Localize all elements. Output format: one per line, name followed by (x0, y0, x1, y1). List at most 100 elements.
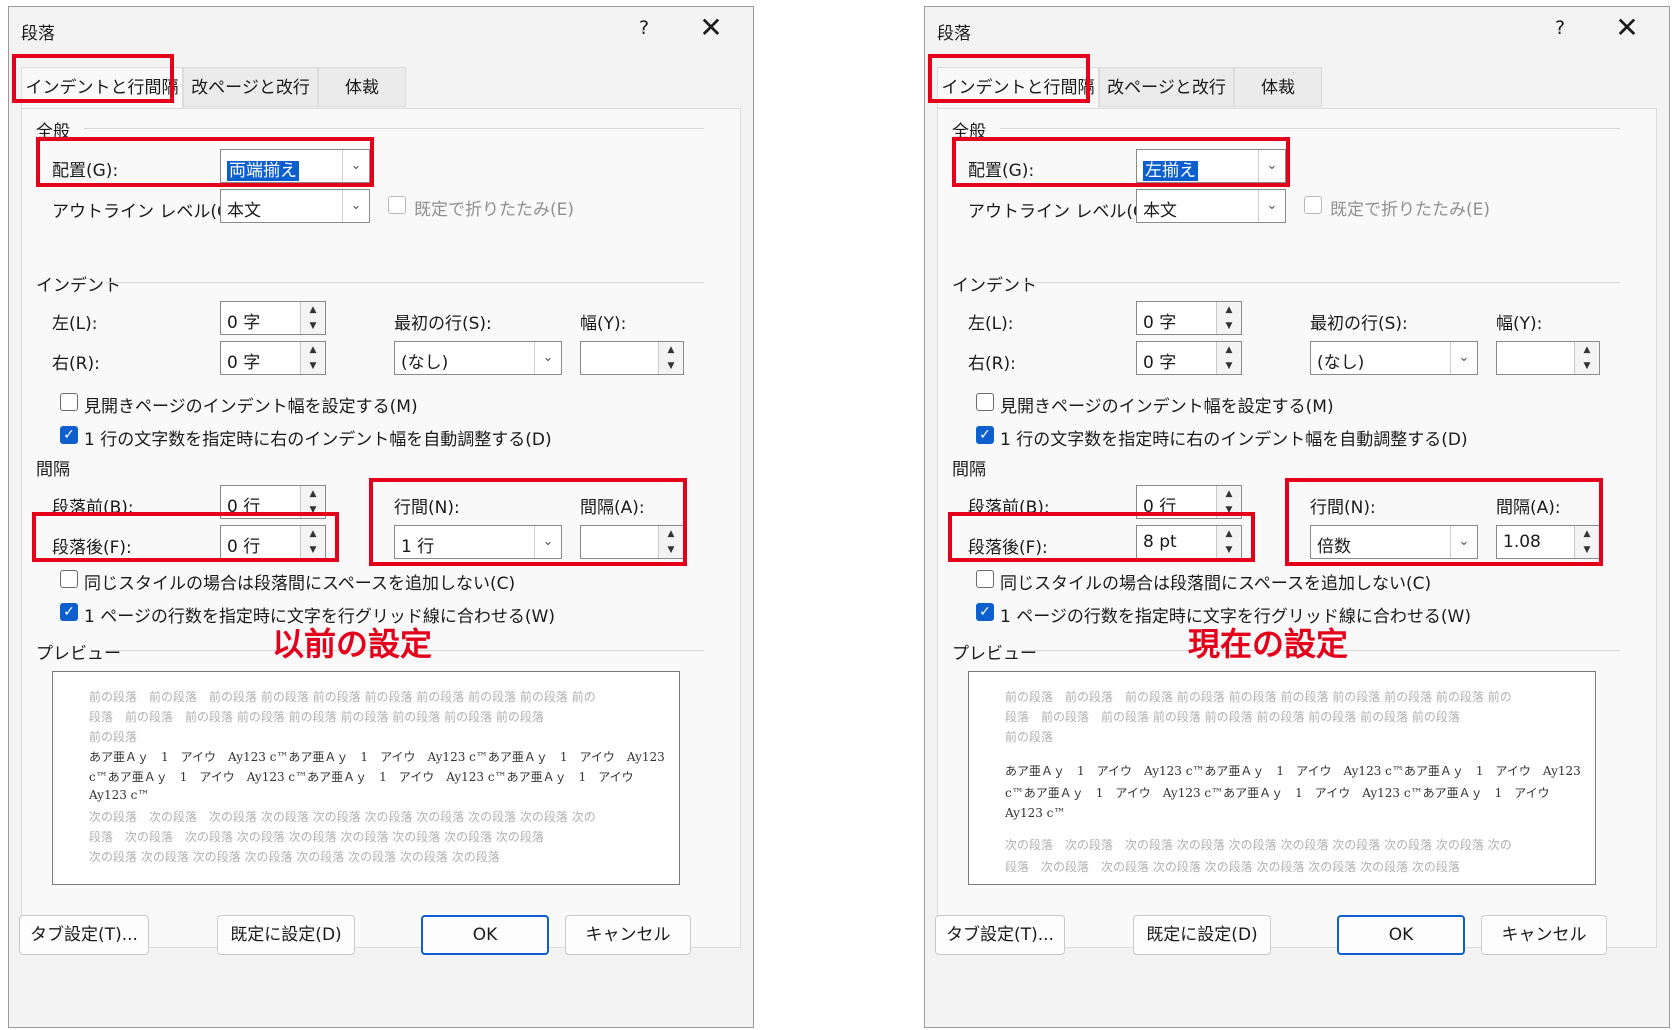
preview-box: 前の段落 前の段落 前の段落 前の段落 前の段落 前の段落 前の段落 前の段落 … (52, 671, 680, 885)
auto-adjust-label: 1 行の文字数を指定時に右のインデント幅を自動調整する(D) (1000, 430, 1468, 450)
indent-right-spinner[interactable]: 0 字 ▲ ▼ (1136, 341, 1242, 375)
spin-down-icon[interactable]: ▼ (300, 318, 325, 334)
tab-line-page-breaks[interactable]: 改ページと改行 (1099, 67, 1234, 107)
indent-right-spinner[interactable]: 0 字 ▲ ▼ (220, 341, 326, 375)
preview-next-line: 次の段落 次の段落 次の段落 次の段落 次の段落 次の段落 次の段落 次の段落 … (1005, 838, 1512, 852)
auto-adjust-checkbox[interactable]: ✓ (976, 426, 994, 444)
indent-heading: インデント (36, 276, 121, 296)
first-line-select[interactable]: (なし) ⌄ (394, 341, 562, 375)
snap-to-grid-checkbox[interactable]: ✓ (976, 603, 994, 621)
no-space-same-style-label: 同じスタイルの場合は段落間にスペースを追加しない(C) (84, 574, 516, 594)
spin-up-icon[interactable]: ▲ (1574, 342, 1599, 359)
spin-up-icon[interactable]: ▲ (658, 342, 683, 359)
mirror-indents-label: 見開きページのインデント幅を設定する(M) (1000, 397, 1334, 417)
spin-up-icon[interactable]: ▲ (1216, 486, 1241, 503)
spin-down-icon[interactable]: ▼ (300, 358, 325, 374)
mirror-indents-label: 見開きページのインデント幅を設定する(M) (84, 397, 418, 417)
spin-up-icon[interactable]: ▲ (300, 486, 325, 503)
spin-down-icon[interactable]: ▼ (1216, 358, 1241, 374)
preview-sample-line: Ay123 c™ (89, 788, 150, 802)
mirror-indents-checkbox[interactable] (976, 393, 994, 411)
paragraph-dialog-after: 段落 ? ✕ インデントと行間隔 改ページと改行 体裁 全般 配置(G): 左揃… (924, 6, 1670, 1028)
by-width-label: 幅(Y): (1496, 314, 1543, 334)
paragraph-dialog-before: 段落 ? ✕ インデントと行間隔 改ページと改行 体裁 全般 配置(G): 両端… (8, 6, 754, 1028)
spacing-heading: 間隔 (36, 460, 70, 480)
set-default-button[interactable]: 既定に設定(D) (217, 915, 355, 955)
indent-right-label: 右(R): (968, 354, 1016, 374)
ok-button[interactable]: OK (421, 915, 549, 955)
chevron-down-icon[interactable]: ⌄ (342, 190, 369, 222)
mirror-indents-checkbox[interactable] (60, 393, 78, 411)
highlight-tab (928, 54, 1090, 103)
chevron-down-icon[interactable]: ⌄ (534, 342, 561, 374)
first-line-label: 最初の行(S): (394, 314, 492, 334)
divider (1000, 128, 1620, 129)
collapse-checkbox[interactable] (388, 196, 406, 214)
indent-right-label: 右(R): (52, 354, 100, 374)
preview-sample-line: あア亜Ａｙ 1 アイウ Ay123 c™あア亜Ａｙ 1 アイウ Ay123 c™… (89, 750, 665, 764)
ok-button[interactable]: OK (1337, 915, 1465, 955)
title-bar: 段落 ? ✕ (9, 7, 753, 55)
by-width-label: 幅(Y): (580, 314, 627, 334)
highlight-alignment (36, 137, 374, 187)
title-bar: 段落 ? ✕ (925, 7, 1669, 55)
spacing-heading: 間隔 (952, 460, 986, 480)
spin-down-icon[interactable]: ▼ (1574, 358, 1599, 374)
first-line-label: 最初の行(S): (1310, 314, 1408, 334)
close-icon[interactable]: ✕ (693, 13, 729, 43)
spin-up-icon[interactable]: ▲ (1216, 342, 1241, 359)
preview-prev-line: 前の段落 前の段落 前の段落 前の段落 前の段落 前の段落 前の段落 前の段落 … (89, 690, 596, 704)
chevron-down-icon[interactable]: ⌄ (1450, 342, 1477, 374)
preview-box: 前の段落 前の段落 前の段落 前の段落 前の段落 前の段落 前の段落 前の段落 … (968, 671, 1596, 885)
set-default-button[interactable]: 既定に設定(D) (1133, 915, 1271, 955)
preview-next-line: 次の段落 次の段落 次の段落 次の段落 次の段落 次の段落 次の段落 次の段落 (89, 850, 500, 864)
by-width-spinner[interactable]: ▲ ▼ (1496, 341, 1600, 375)
highlight-line-spacing (369, 478, 687, 566)
tab-asian-typography[interactable]: 体裁 (1234, 67, 1322, 107)
indent-left-spinner[interactable]: 0 字 ▲ ▼ (220, 301, 326, 335)
annotation-label: 以前の設定 (272, 625, 433, 663)
spin-up-icon[interactable]: ▲ (300, 302, 325, 319)
help-icon[interactable]: ? (629, 17, 659, 39)
help-icon[interactable]: ? (1545, 17, 1575, 39)
spin-up-icon[interactable]: ▲ (1216, 302, 1241, 319)
highlight-line-spacing (1285, 478, 1603, 566)
indent-left-value: 0 字 (227, 313, 261, 333)
by-width-spinner[interactable]: ▲ ▼ (580, 341, 684, 375)
outline-level-label: アウトライン レベル(O): (52, 202, 243, 222)
tab-asian-typography[interactable]: 体裁 (318, 67, 406, 107)
preview-prev-line: 前の段落 (89, 730, 138, 744)
chevron-down-icon[interactable]: ⌄ (1258, 190, 1285, 222)
no-space-same-style-checkbox[interactable] (60, 570, 78, 588)
indent-left-value: 0 字 (1143, 313, 1177, 333)
close-icon[interactable]: ✕ (1609, 13, 1645, 43)
outline-level-select[interactable]: 本文 ⌄ (1136, 189, 1286, 223)
outline-level-select[interactable]: 本文 ⌄ (220, 189, 370, 223)
outline-level-value: 本文 (227, 201, 261, 221)
spin-up-icon[interactable]: ▲ (300, 342, 325, 359)
spin-down-icon[interactable]: ▼ (658, 358, 683, 374)
collapse-checkbox[interactable] (1304, 196, 1322, 214)
indent-right-value: 0 字 (1143, 353, 1177, 373)
preview-sample-line: c™あア亜Ａｙ 1 アイウ Ay123 c™あア亜Ａｙ 1 アイウ Ay123 … (1005, 786, 1550, 800)
spin-down-icon[interactable]: ▼ (1216, 318, 1241, 334)
preview-heading: プレビュー (36, 644, 121, 664)
preview-prev-line: 段落 前の段落 前の段落 前の段落 前の段落 前の段落 前の段落 前の段落 前の… (89, 710, 544, 724)
divider (84, 128, 704, 129)
no-space-same-style-label: 同じスタイルの場合は段落間にスペースを追加しない(C) (1000, 574, 1432, 594)
first-line-select[interactable]: (なし) ⌄ (1310, 341, 1478, 375)
divider (106, 282, 704, 283)
cancel-button[interactable]: キャンセル (1481, 915, 1607, 955)
highlight-tab (12, 54, 174, 103)
highlight-alignment (952, 137, 1290, 187)
tabs-button[interactable]: タブ設定(T)... (19, 915, 149, 955)
auto-adjust-checkbox[interactable]: ✓ (60, 426, 78, 444)
outline-level-label: アウトライン レベル(O): (968, 202, 1159, 222)
tab-line-page-breaks[interactable]: 改ページと改行 (183, 67, 318, 107)
snap-to-grid-checkbox[interactable]: ✓ (60, 603, 78, 621)
highlight-after-spacing (32, 512, 339, 562)
tabs-button[interactable]: タブ設定(T)... (935, 915, 1065, 955)
cancel-button[interactable]: キャンセル (565, 915, 691, 955)
indent-left-spinner[interactable]: 0 字 ▲ ▼ (1136, 301, 1242, 335)
no-space-same-style-checkbox[interactable] (976, 570, 994, 588)
